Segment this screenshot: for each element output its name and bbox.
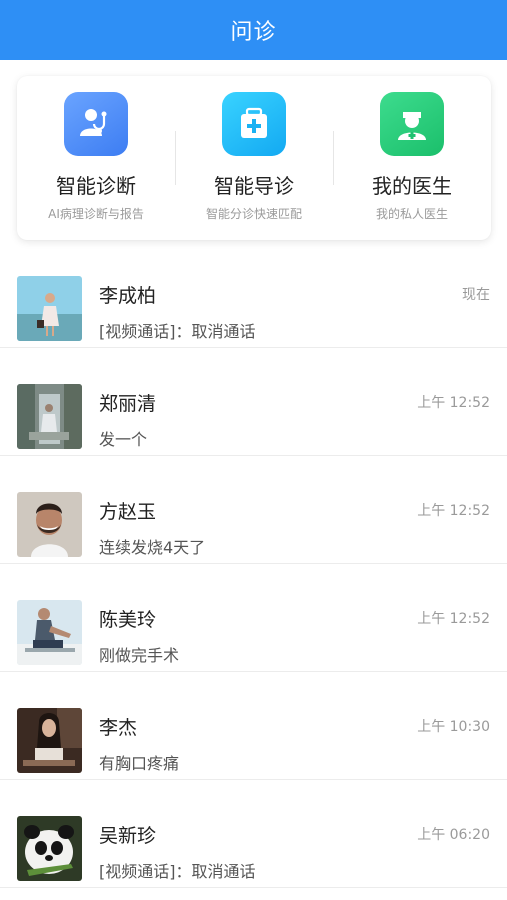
avatar [17,384,82,449]
conversation-row[interactable]: 李成柏 现在 [视频通话]：取消通话 [0,240,507,348]
service-name: 我的医生 [372,174,452,198]
message-time: 上午 06:20 [417,827,490,843]
message-time: 上午 12:52 [417,611,490,627]
page-title: 问诊 [230,20,277,45]
service-smart-diagnosis[interactable]: 智能诊断 AI病理诊断与报告 [17,76,175,240]
conversation-row[interactable]: 陈美玲 上午 12:52 刚做完手术 [0,564,507,672]
service-my-doctor[interactable]: 我的医生 我的私人医生 [333,76,491,240]
contact-name: 李杰 [99,717,138,739]
avatar [17,708,82,773]
message-preview: 连续发烧4天了 [99,538,206,557]
nurse-icon [380,92,444,156]
contact-name: 陈美玲 [99,609,157,631]
service-name: 智能导诊 [214,174,294,198]
avatar [17,492,82,557]
message-preview: [视频通话]：取消通话 [99,862,256,881]
top-bar: 问诊 [0,0,507,60]
conversation-row[interactable]: 吴新珍 上午 06:20 [视频通话]：取消通话 [0,780,507,888]
contact-name: 李成柏 [99,285,157,307]
avatar [17,816,82,881]
avatar [17,276,82,341]
service-desc: 智能分诊快速匹配 [205,207,302,221]
message-preview: 有胸口疼痛 [99,754,180,773]
message-time: 上午 10:30 [417,719,490,735]
service-card: 智能诊断 AI病理诊断与报告 智能导诊 智能分诊快速匹配 我的医生 我的私人医生 [17,76,491,240]
message-preview: [视频通话]：取消通话 [99,322,256,341]
contact-name: 郑丽清 [99,393,157,415]
conversation-row[interactable]: 方赵玉 上午 12:52 连续发烧4天了 [0,456,507,564]
conversation-row[interactable]: 郑丽清 上午 12:52 发一个 [0,348,507,456]
message-time: 上午 12:52 [417,395,490,411]
message-preview: 刚做完手术 [99,646,180,665]
message-preview: 发一个 [99,430,148,449]
contact-name: 吴新珍 [99,825,157,847]
conversation-row[interactable]: 李杰 上午 10:30 有胸口疼痛 [0,672,507,780]
service-smart-guide[interactable]: 智能导诊 智能分诊快速匹配 [175,76,333,240]
message-time: 现在 [462,287,490,303]
message-time: 上午 12:52 [417,503,490,519]
conversation-list: 李成柏 现在 [视频通话]：取消通话 郑丽清 上午 12:52 发一个 方赵玉 … [0,240,507,888]
doctor-stethoscope-icon [64,92,128,156]
avatar [17,600,82,665]
service-desc: AI病理诊断与报告 [48,207,144,221]
service-name: 智能诊断 [56,174,136,198]
service-desc: 我的私人医生 [375,207,448,221]
contact-name: 方赵玉 [99,501,157,523]
medical-kit-icon [222,92,286,156]
